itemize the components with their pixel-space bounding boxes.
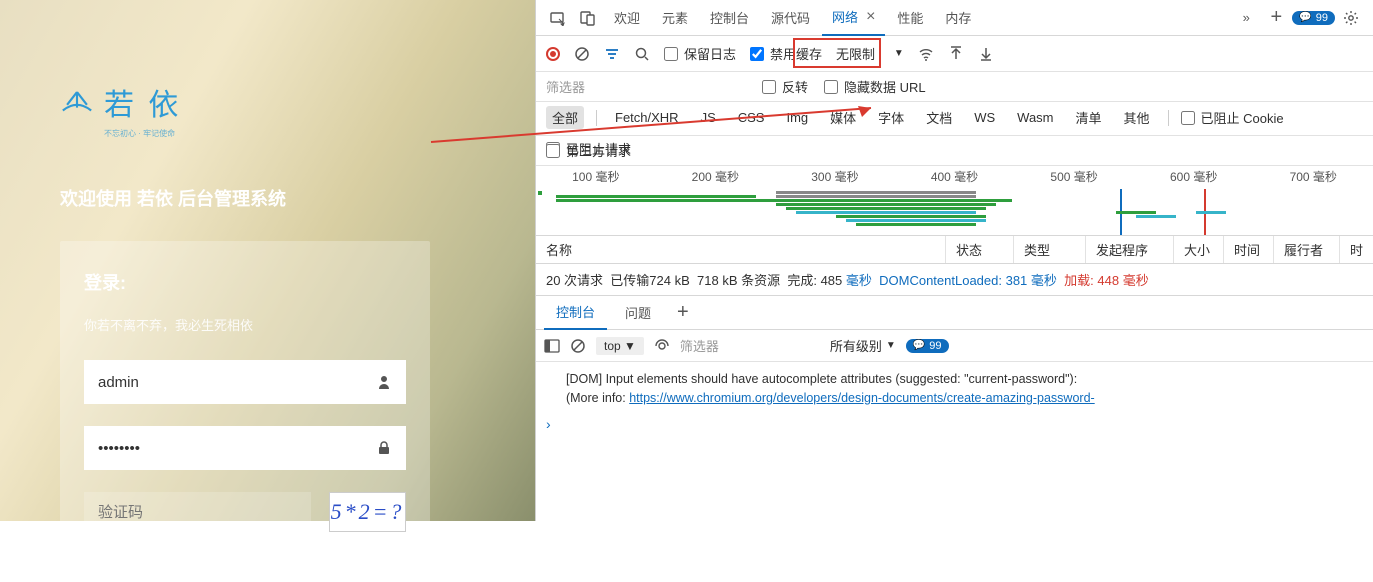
filter-input[interactable]: 筛选器 [546,77,746,96]
preserve-log-checkbox[interactable]: 保留日志 [664,44,736,63]
record-button[interactable] [546,47,560,61]
welcome-text: 欢迎使用 若依 后台管理系统 [60,185,475,211]
brand-logo: 若 依 [60,80,475,124]
tab-network[interactable]: 网络× [822,0,885,36]
filter-row: 筛选器 反转 隐藏数据 URL [536,72,1373,102]
issues-badge[interactable]: 99 [1292,11,1335,25]
leaf-icon [60,89,94,115]
password-input[interactable] [98,440,376,457]
drawer-tab-issues[interactable]: 问题 [613,296,663,330]
type-js[interactable]: JS [695,108,722,127]
tab-memory[interactable]: 内存 [935,0,981,36]
search-icon[interactable] [634,46,650,62]
col-status[interactable]: 状态 [946,236,1014,263]
captcha-input[interactable] [98,504,297,521]
type-font[interactable]: 字体 [872,106,910,129]
tab-welcome[interactable]: 欢迎 [604,0,650,36]
context-select[interactable]: top ▼ [596,337,644,355]
type-filters: 全部 Fetch/XHR JS CSS Img 媒体 字体 文档 WS Wasm… [536,102,1373,136]
live-expr-icon[interactable] [654,338,670,354]
tab-performance[interactable]: 性能 [887,0,933,36]
tab-console[interactable]: 控制台 [700,0,759,36]
user-icon [376,374,392,390]
blocked-cookie-checkbox[interactable]: 已阻止 Cookie [1181,108,1284,127]
close-icon[interactable]: × [866,8,875,26]
brand-name: 若 依 [104,80,181,124]
network-timeline[interactable]: 100 毫秒200 毫秒300 毫秒400 毫秒500 毫秒600 毫秒700 … [536,166,1373,236]
third-party-checkbox[interactable]: 第三方请求 [546,141,631,160]
timeline-labels: 100 毫秒200 毫秒300 毫秒400 毫秒500 毫秒600 毫秒700 … [536,168,1373,185]
col-type[interactable]: 类型 [1014,236,1086,263]
devtools-tabs: 欢迎 元素 控制台 源代码 网络× 性能 内存 » + 99 [536,0,1373,36]
clear-icon[interactable] [574,46,590,62]
settings-icon[interactable] [1337,4,1365,32]
password-field[interactable] [84,426,406,470]
drawer-tabs: 控制台 问题 + [536,296,1373,330]
console-issues-badge[interactable]: 99 [906,339,949,353]
upload-icon[interactable] [948,46,964,62]
type-css[interactable]: CSS [732,108,771,127]
devtools-panel: 欢迎 元素 控制台 源代码 网络× 性能 内存 » + 99 保留日志 禁用缓存… [535,0,1373,521]
type-other[interactable]: 其他 [1118,106,1156,129]
hide-data-url-checkbox[interactable]: 隐藏数据 URL [824,77,926,96]
wifi-icon[interactable] [918,46,934,62]
clear-console-icon[interactable] [570,338,586,354]
login-title: 登录: [84,269,406,295]
console-filter[interactable]: 筛选器 [680,336,820,355]
download-icon[interactable] [978,46,994,62]
type-all[interactable]: 全部 [546,106,584,129]
type-media[interactable]: 媒体 [824,106,862,129]
captcha-image[interactable]: 5*2=? [329,492,406,532]
add-tab-icon[interactable]: + [1262,4,1290,32]
filter-icon[interactable] [604,46,620,62]
network-table-header: 名称 状态 类型 发起程序 大小 时间 履行者 时 [536,236,1373,264]
login-tip: 你若不离不弃，我必生死相依 [84,315,406,334]
tab-sources[interactable]: 源代码 [761,0,820,36]
login-form: 登录: 你若不离不弃，我必生死相依 5*2=? [60,241,430,582]
username-input[interactable] [98,374,376,391]
type-doc[interactable]: 文档 [920,106,958,129]
type-fetch[interactable]: Fetch/XHR [609,108,685,127]
network-status: 20 次请求 已传输724 kB 718 kB 条资源 完成: 485 毫秒 D… [536,264,1373,296]
device-icon[interactable] [574,4,602,32]
col-waterfall[interactable]: 履行者 [1274,236,1340,263]
type-img[interactable]: Img [780,108,814,127]
console-message: [DOM] Input elements should have autocom… [536,362,1373,412]
col-name[interactable]: 名称 [536,236,946,263]
sidebar-icon[interactable] [544,338,560,354]
invert-checkbox[interactable]: 反转 [762,77,808,96]
brand-subtitle: 不忘初心 · 牢记使命 [104,128,475,139]
console-link[interactable]: https://www.chromium.org/developers/desi… [629,391,1094,405]
console-prompt[interactable]: › [536,412,1373,436]
tab-elements[interactable]: 元素 [652,0,698,36]
col-t2[interactable]: 时 [1340,236,1373,263]
username-field[interactable] [84,360,406,404]
add-drawer-tab[interactable]: + [669,301,697,324]
log-levels[interactable]: 所有级别 ▼ [830,336,896,355]
console-toolbar: top ▼ 筛选器 所有级别 ▼ 99 [536,330,1373,362]
type-ws[interactable]: WS [968,108,1001,127]
drawer-tab-console[interactable]: 控制台 [544,296,607,330]
col-initiator[interactable]: 发起程序 [1086,236,1174,263]
more-tabs-icon[interactable]: » [1232,4,1260,32]
login-page: 若 依 不忘初心 · 牢记使命 欢迎使用 若依 后台管理系统 登录: 你若不离不… [0,0,535,521]
annotation-highlight [793,38,881,68]
third-party-row: 第三方请求 [536,136,1373,166]
timeline-chart [536,189,1373,235]
network-toolbar: 保留日志 禁用缓存 无限制 ▼ [536,36,1373,72]
col-time[interactable]: 时间 [1224,236,1274,263]
type-wasm[interactable]: Wasm [1011,108,1059,127]
inspect-icon[interactable] [544,4,572,32]
captcha-field[interactable] [84,492,311,532]
lock-icon [376,440,392,456]
captcha-row: 5*2=? [84,492,406,532]
col-size[interactable]: 大小 [1174,236,1224,263]
type-manifest[interactable]: 清单 [1070,106,1108,129]
